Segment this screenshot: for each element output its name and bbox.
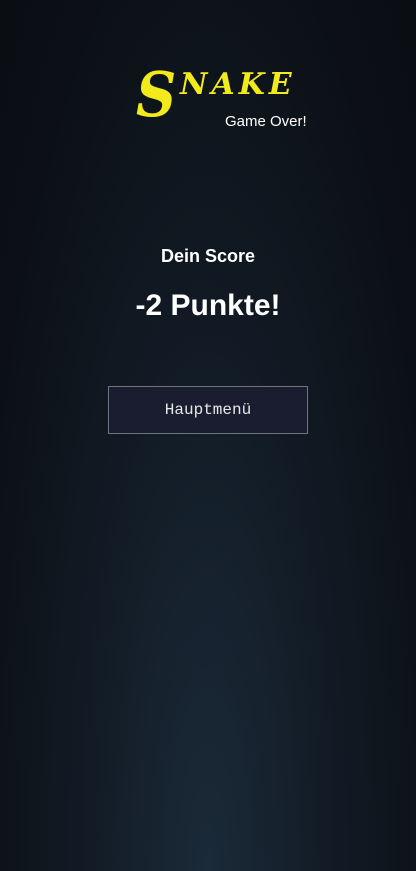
- snake-logo: S NAKE: [136, 62, 326, 142]
- score-value: -2 Punkte!: [135, 289, 281, 322]
- game-over-subtitle: Game Over!: [225, 113, 307, 130]
- logo-rest-letters: NAKE: [180, 67, 296, 102]
- score-label: Dein Score: [160, 246, 256, 266]
- main-menu-button[interactable]: Hauptmenü: [108, 386, 308, 434]
- logo-first-letter: S: [136, 58, 177, 131]
